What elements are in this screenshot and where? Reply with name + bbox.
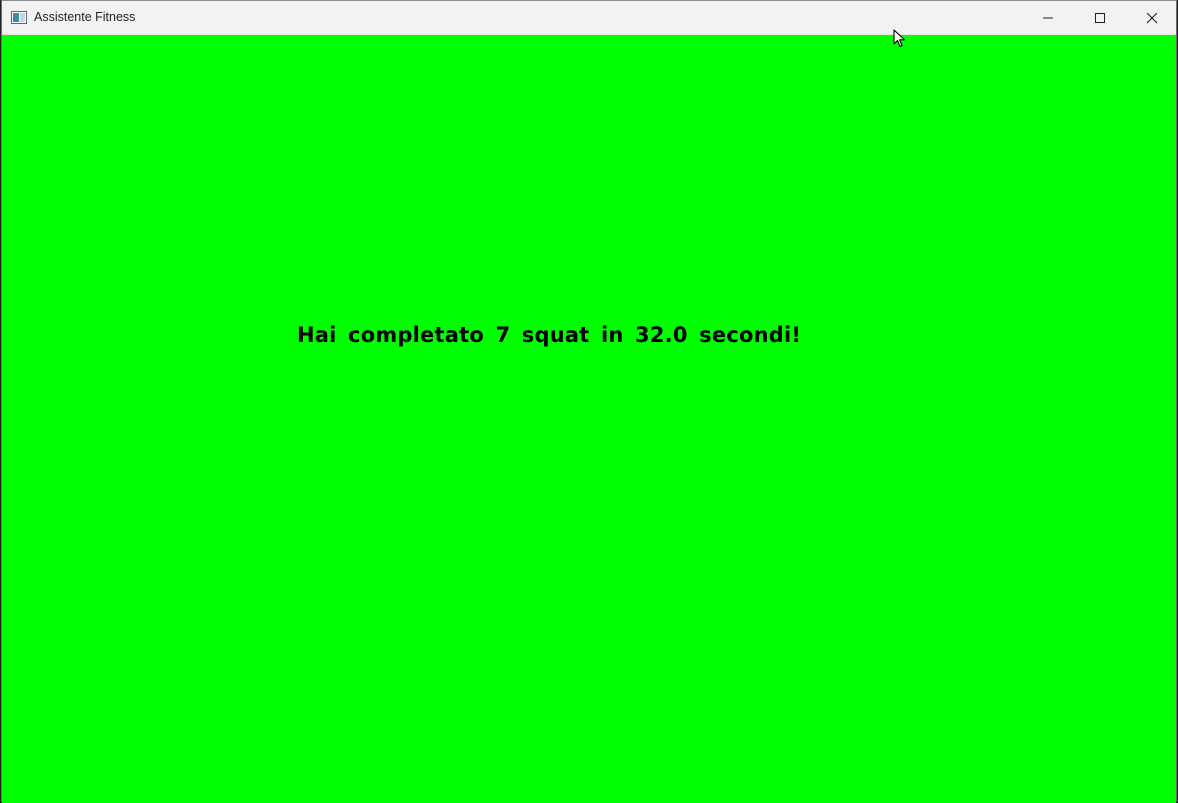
completion-message: Hai completato 7 squat in 32.0 secondi! [297, 323, 802, 347]
title-bar[interactable]: Assistente Fitness [2, 1, 1176, 35]
window-title: Assistente Fitness [34, 10, 136, 24]
content-area: Hai completato 7 squat in 32.0 secondi! [2, 35, 1176, 803]
app-window: Assistente Fitness Hai completato 7 squa… [1, 0, 1177, 803]
close-icon [1146, 12, 1158, 23]
mouse-pointer-icon [893, 29, 906, 48]
app-window-icon [11, 11, 27, 24]
minimize-button[interactable] [1022, 1, 1074, 34]
maximize-icon [1095, 12, 1105, 23]
minimize-icon [1043, 17, 1053, 18]
maximize-button[interactable] [1074, 1, 1126, 34]
close-button[interactable] [1126, 1, 1178, 34]
